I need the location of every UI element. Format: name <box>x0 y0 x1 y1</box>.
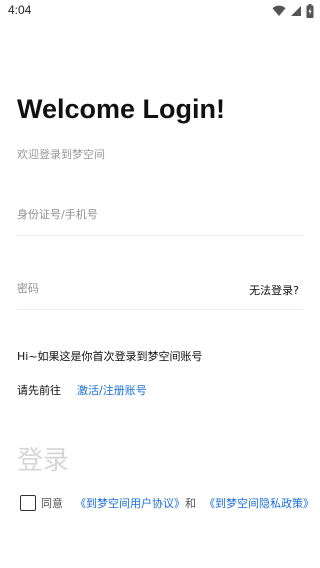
page-title: Welcome Login! <box>17 94 226 124</box>
id-input[interactable] <box>17 194 303 234</box>
password-input[interactable] <box>17 268 217 308</box>
wifi-icon <box>272 5 286 17</box>
and-text: 和 <box>185 497 196 510</box>
privacy-policy-link[interactable]: 《到梦空间隐私政策》 <box>204 495 314 511</box>
activation-prefix: 请先前往 <box>17 384 61 397</box>
signal-icon <box>290 5 302 17</box>
login-button[interactable]: 登录 <box>17 440 69 477</box>
agreement-checkbox[interactable] <box>20 495 36 511</box>
status-time: 4:04 <box>8 3 32 17</box>
activation-hint: 请先前往 激活/注册账号 <box>17 382 147 398</box>
battery-icon <box>306 4 314 18</box>
password-field: 无法登录? <box>17 268 303 310</box>
id-field <box>17 194 303 236</box>
agreement-row: 同意 《到梦空间用户协议》 和 《到梦空间隐私政策》 <box>20 494 314 512</box>
page-subtitle: 欢迎登录到梦空间 <box>17 148 105 161</box>
agree-label: 同意 <box>41 497 63 510</box>
forgot-login-link[interactable]: 无法登录? <box>249 282 299 298</box>
user-agreement-link[interactable]: 《到梦空间用户协议》 <box>75 495 185 511</box>
status-icons <box>272 3 314 19</box>
register-link[interactable]: 注册账号 <box>103 384 147 397</box>
status-bar: 4:04 <box>0 0 320 24</box>
first-login-hint: Hi~如果这是你首次登录到梦空间账号 <box>17 350 203 363</box>
activate-link[interactable]: 激活 <box>77 384 99 397</box>
